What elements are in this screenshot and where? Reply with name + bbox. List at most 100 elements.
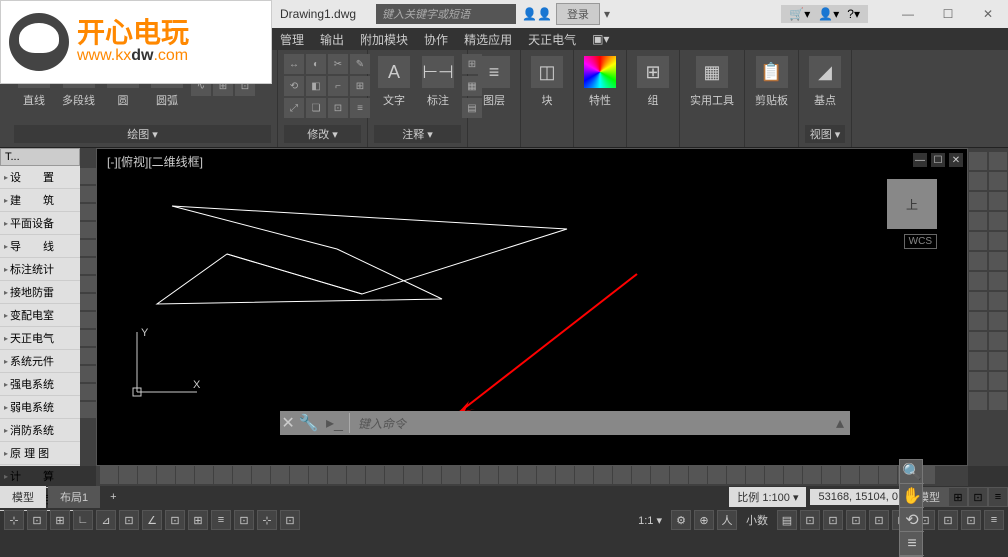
- btm-tool[interactable]: [689, 466, 707, 484]
- tool-icon[interactable]: [989, 292, 1007, 310]
- btm-tool[interactable]: [651, 466, 669, 484]
- btm-tool[interactable]: [537, 466, 555, 484]
- tool-icon[interactable]: [969, 312, 987, 330]
- steering-icon[interactable]: ≡: [900, 532, 924, 556]
- sb-tool[interactable]: ⊡: [823, 510, 843, 530]
- basepoint-button[interactable]: ◢基点: [805, 54, 845, 110]
- menu-manage[interactable]: 管理: [280, 31, 304, 48]
- sb-tool[interactable]: ⊡: [846, 510, 866, 530]
- zoom-extents-icon[interactable]: 🔍: [900, 460, 924, 484]
- ratio-display[interactable]: 1:1 ▾: [632, 514, 668, 527]
- modify-tool[interactable]: ❏: [306, 98, 326, 118]
- tool-icon[interactable]: [80, 186, 96, 202]
- tool-icon[interactable]: [969, 272, 987, 290]
- btm-tool[interactable]: [271, 466, 289, 484]
- btm-tool[interactable]: [100, 466, 118, 484]
- sb-tool[interactable]: ∠: [142, 510, 162, 530]
- btm-tool[interactable]: [594, 466, 612, 484]
- btm-tool[interactable]: [708, 466, 726, 484]
- layers-button[interactable]: ≡图层: [474, 54, 514, 110]
- sb-tool[interactable]: 人: [717, 510, 737, 530]
- btm-tool[interactable]: [879, 466, 897, 484]
- grid-icon[interactable]: ⊡: [968, 487, 988, 507]
- modify-tool[interactable]: ⌐: [328, 76, 348, 96]
- btm-tool[interactable]: [423, 466, 441, 484]
- sb-tool[interactable]: ⊡: [119, 510, 139, 530]
- tool-icon[interactable]: [969, 212, 987, 230]
- tree-item[interactable]: 平面设备: [0, 212, 80, 235]
- sb-tool[interactable]: ∟: [73, 510, 93, 530]
- help-icon[interactable]: ?▾: [847, 7, 860, 21]
- tree-item[interactable]: 变配电室: [0, 304, 80, 327]
- tree-item[interactable]: 接地防雷: [0, 281, 80, 304]
- cmd-close-icon[interactable]: ✕: [281, 413, 294, 433]
- tool-icon[interactable]: [80, 294, 96, 310]
- tool-icon[interactable]: [989, 172, 1007, 190]
- btm-tool[interactable]: [233, 466, 251, 484]
- modify-tool[interactable]: ✂: [328, 54, 348, 74]
- tool-icon[interactable]: [989, 352, 1007, 370]
- tool-icon[interactable]: [969, 392, 987, 410]
- tree-item[interactable]: 建 筑: [0, 189, 80, 212]
- btm-tool[interactable]: [138, 466, 156, 484]
- menu-featured[interactable]: 精选应用: [464, 31, 512, 48]
- btm-tool[interactable]: [518, 466, 536, 484]
- tree-item[interactable]: 弱电系统: [0, 396, 80, 419]
- tool-icon[interactable]: [80, 258, 96, 274]
- tool-icon[interactable]: [80, 348, 96, 364]
- tool-icon[interactable]: [80, 330, 96, 346]
- panel-title-modify[interactable]: 修改 ▾: [284, 125, 361, 143]
- exchange-area[interactable]: 🛒▾ 👤▾ ?▾: [781, 5, 868, 23]
- btm-tool[interactable]: [860, 466, 878, 484]
- sb-tool[interactable]: ⊹: [257, 510, 277, 530]
- modify-tool[interactable]: ⤢: [284, 98, 304, 118]
- modify-tool[interactable]: ↔: [284, 54, 304, 74]
- tool-icon[interactable]: [989, 192, 1007, 210]
- tool-icon[interactable]: [989, 252, 1007, 270]
- btm-tool[interactable]: [309, 466, 327, 484]
- tool-icon[interactable]: [80, 312, 96, 328]
- tool-icon[interactable]: [80, 384, 96, 400]
- tree-item[interactable]: 天正电气: [0, 327, 80, 350]
- minimize-button[interactable]: —: [888, 0, 928, 28]
- btm-tool[interactable]: [822, 466, 840, 484]
- tool-icon[interactable]: [80, 168, 96, 184]
- sb-tool[interactable]: ⊞: [188, 510, 208, 530]
- tool-icon[interactable]: [80, 402, 96, 418]
- tool-icon[interactable]: [989, 392, 1007, 410]
- tool-icon[interactable]: [80, 366, 96, 382]
- tab-model[interactable]: 模型: [0, 486, 46, 508]
- user-icon[interactable]: 👤▾: [818, 7, 839, 21]
- dimension-button[interactable]: ⊢⊣标注: [418, 54, 458, 110]
- sb-tool[interactable]: ≡: [211, 510, 231, 530]
- sb-tool[interactable]: ⊹: [4, 510, 24, 530]
- modify-tool[interactable]: ⊡: [328, 98, 348, 118]
- tool-icon[interactable]: [969, 352, 987, 370]
- menu-extra-icon[interactable]: ▣▾: [592, 32, 609, 46]
- btm-tool[interactable]: [480, 466, 498, 484]
- command-input[interactable]: 键入命令: [349, 413, 830, 433]
- tool-icon[interactable]: [989, 272, 1007, 290]
- sb-tool[interactable]: ⊡: [165, 510, 185, 530]
- sb-tool[interactable]: ⊡: [800, 510, 820, 530]
- tool-icon[interactable]: [989, 312, 1007, 330]
- pan-icon[interactable]: ✋: [900, 484, 924, 508]
- login-button[interactable]: 登录: [556, 3, 600, 25]
- btm-tool[interactable]: [195, 466, 213, 484]
- sb-tool[interactable]: ⊡: [234, 510, 254, 530]
- tool-icon[interactable]: [80, 204, 96, 220]
- btm-tool[interactable]: [385, 466, 403, 484]
- tool-icon[interactable]: [989, 232, 1007, 250]
- close-button[interactable]: ✕: [968, 0, 1008, 28]
- btm-tool[interactable]: [670, 466, 688, 484]
- panel-title-annotation[interactable]: 注释 ▾: [374, 125, 461, 143]
- btm-tool[interactable]: [727, 466, 745, 484]
- tool-icon[interactable]: [989, 212, 1007, 230]
- tree-item[interactable]: 标注统计: [0, 258, 80, 281]
- btm-tool[interactable]: [119, 466, 137, 484]
- maximize-button[interactable]: ☐: [928, 0, 968, 28]
- login-area[interactable]: 👤👤 登录 ▾: [522, 3, 610, 25]
- btm-tool[interactable]: [803, 466, 821, 484]
- modify-tool[interactable]: ✎: [350, 54, 370, 74]
- scale-display[interactable]: 比例 1:100 ▾: [729, 487, 806, 507]
